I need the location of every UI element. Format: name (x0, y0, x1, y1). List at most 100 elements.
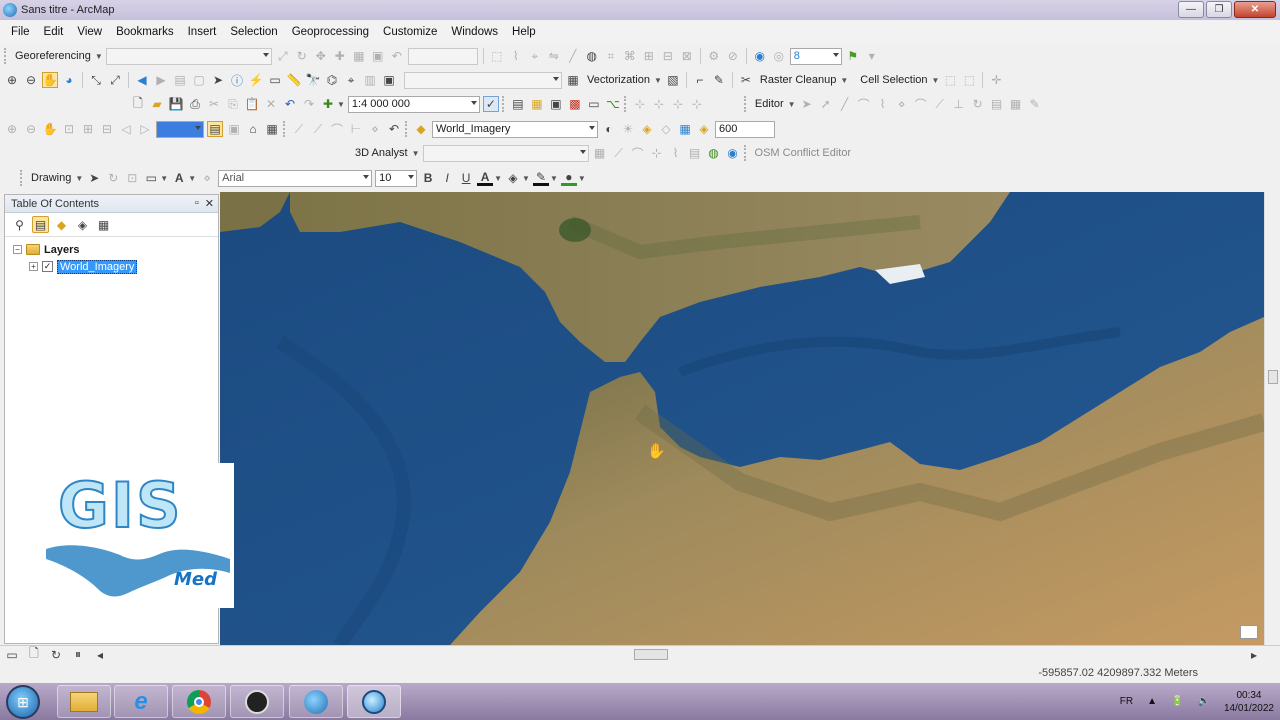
snap-end-icon[interactable]: ⊹ (651, 96, 667, 112)
toolbar-grip[interactable] (501, 96, 505, 112)
zoom-to-selected-icon[interactable]: ⊡ (124, 170, 140, 186)
topology-edit-icon[interactable]: ⟋ (291, 121, 307, 137)
focus-data-frame-icon[interactable]: ▣ (226, 121, 242, 137)
measure-icon[interactable]: 📏 (286, 72, 302, 88)
zoom-in-icon[interactable]: ⊕ (4, 72, 20, 88)
delete-icon[interactable]: ✕ (263, 96, 279, 112)
toolbar-grip[interactable] (4, 48, 7, 64)
contour-icon[interactable]: ▦ (592, 145, 608, 161)
generate-features-icon[interactable]: ⌐ (692, 72, 708, 88)
toolbar-options-icon[interactable]: ▾ (864, 48, 880, 64)
add-control-points-icon[interactable]: ✚ (332, 48, 348, 64)
vertical-scroll-thumb[interactable] (1268, 370, 1278, 384)
toolbar-grip[interactable] (623, 96, 627, 112)
text-dropdown-icon[interactable]: ▼ (188, 174, 196, 183)
menu-file[interactable]: File (4, 26, 37, 38)
drawing-dropdown-icon[interactable]: ▼ (75, 174, 83, 183)
taskbar-obs[interactable] (230, 685, 284, 718)
trace-edit-icon[interactable]: ⌇ (875, 96, 891, 112)
rotate-icon[interactable]: ↻ (294, 48, 310, 64)
interpolate-point-icon[interactable]: ⊹ (649, 145, 665, 161)
arctoolbox-icon[interactable]: ▩ (567, 96, 583, 112)
select-element-icon[interactable]: ➤ (86, 170, 102, 186)
back-arrow-icon[interactable]: ◀ (134, 72, 150, 88)
snap-vertex-icon[interactable]: ⊹ (670, 96, 686, 112)
menu-windows[interactable]: Windows (444, 26, 505, 38)
model-builder-icon[interactable]: ⌥ (605, 96, 621, 112)
edit-tool-icon[interactable]: ➤ (799, 96, 815, 112)
swipe-icon[interactable]: ◇ (658, 121, 674, 137)
fit-to-display-icon[interactable]: ⤢ (275, 48, 291, 64)
menu-edit[interactable]: Edit (37, 26, 71, 38)
resolution-spinner[interactable]: 600 (715, 120, 775, 138)
go-to-xy-icon[interactable]: ⌖ (343, 72, 359, 88)
transparency-icon[interactable]: ◈ (639, 121, 655, 137)
help-globe-icon[interactable]: ◉ (752, 48, 768, 64)
layout-zoom-in-icon[interactable]: ⊕ (4, 121, 20, 137)
python-window-icon[interactable]: ▭ (586, 96, 602, 112)
cog-icon[interactable]: ⚙ (706, 48, 722, 64)
drawing-menu[interactable]: Drawing (28, 172, 74, 184)
link-table-icon[interactable]: ▦ (351, 48, 367, 64)
marker-color-icon[interactable]: ● (560, 170, 577, 186)
brightness-icon[interactable]: ☀ (620, 121, 636, 137)
time-slider-icon[interactable]: ▥ (362, 72, 378, 88)
topology-generalize-icon[interactable]: ⋄ (367, 121, 383, 137)
data-view-icon[interactable]: ▭ (4, 647, 20, 663)
attribute-transfer-icon[interactable]: ⊠ (679, 48, 695, 64)
topology-reshape-icon[interactable]: ⌒ (329, 121, 345, 137)
data-driven-pages-icon[interactable]: ▦ (264, 121, 280, 137)
select-connected-cells-icon[interactable]: ⬚ (942, 72, 958, 88)
sketch-properties-icon[interactable]: ▦ (1008, 96, 1024, 112)
osm-conflict-editor-label[interactable]: OSM Conflict Editor (752, 147, 855, 159)
undo-georef-icon[interactable]: ↶ (389, 48, 405, 64)
show-hidden-icons-icon[interactable]: ▲ (1147, 696, 1157, 707)
save-icon[interactable]: 💾 (168, 96, 184, 112)
layout-zoom-out-icon[interactable]: ⊖ (23, 121, 39, 137)
map-tips-icon[interactable] (1240, 625, 1258, 639)
arcglobe-icon[interactable]: ◉ (725, 145, 741, 161)
straight-segment-icon[interactable]: ╱ (837, 96, 853, 112)
clock[interactable]: 00:34 14/01/2022 (1224, 689, 1274, 715)
menu-bookmarks[interactable]: Bookmarks (109, 26, 181, 38)
toc-autohide-icon[interactable]: ▫ (195, 197, 199, 210)
3d-analyst-dropdown-icon[interactable]: ▼ (412, 149, 420, 158)
new-document-icon[interactable]: 🗋 (130, 96, 146, 112)
forward-arrow-icon[interactable]: ▶ (153, 72, 169, 88)
rectangle-dropdown-icon[interactable]: ▼ (160, 174, 168, 183)
paste-icon[interactable]: 📋 (244, 96, 260, 112)
add-data-dropdown-icon[interactable]: ▼ (337, 100, 345, 109)
zoom-100-icon[interactable]: ⊞ (80, 121, 96, 137)
fill-color-icon[interactable]: ◈ (505, 170, 521, 186)
taskbar-arccatalog[interactable] (289, 685, 343, 718)
snap-icon[interactable]: ⌖ (527, 48, 543, 64)
layer-name-world-imagery[interactable]: World_Imagery (57, 259, 138, 274)
vectorization-dropdown-icon[interactable]: ▼ (654, 76, 662, 85)
topology-undo-icon[interactable]: ↶ (386, 121, 402, 137)
profile-graph-icon[interactable]: ▤ (687, 145, 703, 161)
vectorization-menu[interactable]: Vectorization (584, 74, 653, 86)
line-color-dropdown-icon[interactable]: ▼ (550, 174, 558, 183)
redo-icon[interactable]: ↷ (301, 96, 317, 112)
fixed-zoom-out-icon[interactable]: ⤢ (107, 72, 123, 88)
vectorization-settings-icon[interactable]: ▦ (565, 72, 581, 88)
taskbar-internet-explorer[interactable]: e (114, 685, 168, 718)
full-extent-icon[interactable]: ◕ (61, 72, 77, 88)
menu-selection[interactable]: Selection (223, 26, 284, 38)
vectorization-trace-icon[interactable]: ▧ (665, 72, 681, 88)
map-vertical-scrollbar[interactable] (1264, 192, 1280, 645)
maximize-button[interactable]: ❐ (1206, 1, 1232, 18)
text-tool-icon[interactable]: A (171, 170, 187, 186)
pan-icon[interactable]: ✋ (42, 72, 58, 88)
catalog-window-icon[interactable]: ▦ (529, 96, 545, 112)
reshape-icon[interactable]: ⌒ (913, 96, 929, 112)
rectangle-icon[interactable]: ▭ (143, 170, 159, 186)
snap-point-icon[interactable]: ⊹ (632, 96, 648, 112)
zoom-out-icon[interactable]: ⊖ (23, 72, 39, 88)
raster-cleanup-dropdown-icon[interactable]: ▼ (840, 76, 848, 85)
viewer-icon[interactable]: ▣ (370, 48, 386, 64)
taskbar-explorer[interactable] (57, 685, 111, 718)
layers-root-label[interactable]: Layers (44, 244, 79, 256)
copy-icon[interactable]: ⎘ (225, 96, 241, 112)
layout-view-icon[interactable]: 🗋 (26, 646, 42, 663)
